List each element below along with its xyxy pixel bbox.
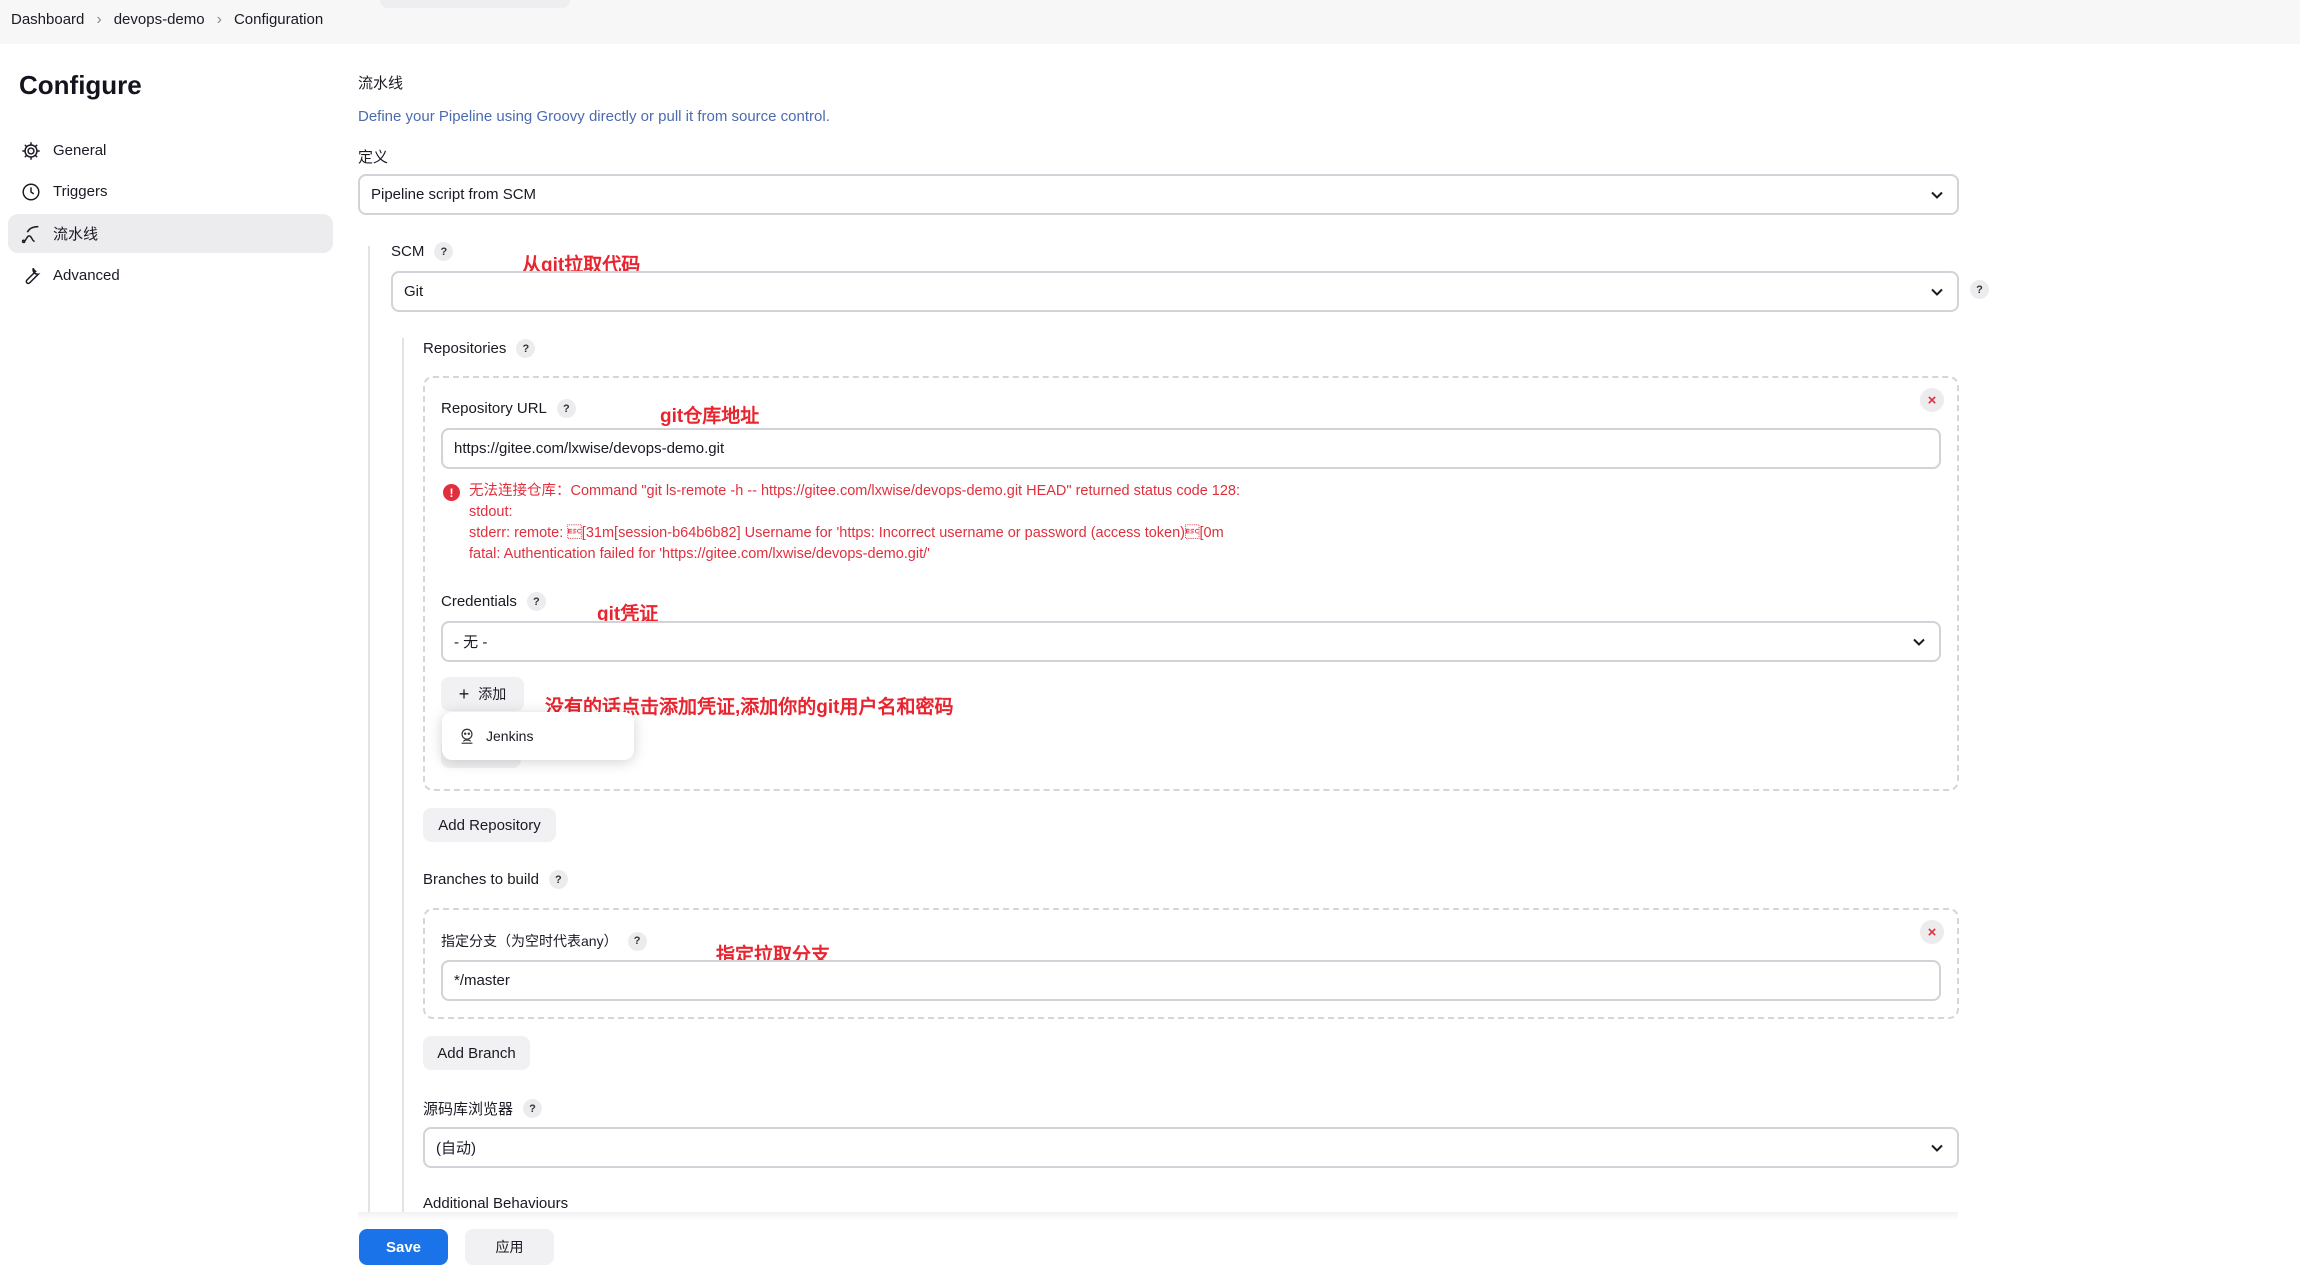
repositories-label-text: Repositories xyxy=(423,340,507,357)
sidebar-item-label: Triggers xyxy=(53,183,108,200)
help-icon[interactable]: ? xyxy=(526,592,546,611)
chevron-right-icon: › xyxy=(96,10,102,28)
wrench-icon xyxy=(25,267,41,284)
chevron-down-icon xyxy=(1931,1144,1943,1152)
add-repository-button[interactable]: Add Repository xyxy=(423,808,556,842)
repository-url-value: https://gitee.com/lxwise/devops-demo.git xyxy=(454,440,725,457)
branch-spec-value: */master xyxy=(454,972,510,989)
chevron-down-icon xyxy=(1931,288,1943,296)
browser-label-text: 源码库浏览器 xyxy=(423,1101,514,1118)
help-icon[interactable]: ? xyxy=(516,339,536,358)
breadcrumb-dashboard[interactable]: Dashboard xyxy=(11,11,84,28)
sidebar-item-label: General xyxy=(53,142,107,159)
add-branch-button[interactable]: Add Branch xyxy=(423,1036,530,1070)
branch-spec-label: 指定分支（为空时代表any） ? xyxy=(441,931,647,951)
credentials-label-text: Credentials xyxy=(441,593,517,610)
pipeline-icon xyxy=(21,225,39,243)
gear-icon xyxy=(22,141,40,160)
repositories-label: Repositories ? xyxy=(423,339,536,358)
repository-url-input[interactable]: https://gitee.com/lxwise/devops-demo.git xyxy=(441,428,1941,469)
credentials-select-value: - 无 - xyxy=(454,634,488,651)
scm-label: SCM ? xyxy=(391,242,454,261)
add-credentials-label: 添加 xyxy=(478,686,507,702)
sidebar-item-label: Advanced xyxy=(53,267,120,284)
repository-error: 无法连接仓库：Command "git ls-remote -h -- http… xyxy=(442,481,1240,565)
branches-label-text: Branches to build xyxy=(423,871,539,888)
scm-label-text: SCM xyxy=(391,243,425,260)
help-icon[interactable]: ? xyxy=(1970,280,1989,299)
top-bar-shadow xyxy=(380,0,570,8)
bottom-bar-fade xyxy=(358,1212,1958,1220)
add-credentials-button[interactable]: + 添加 xyxy=(441,677,524,711)
credentials-select[interactable]: - 无 - xyxy=(441,621,1941,662)
breadcrumb-job[interactable]: devops-demo xyxy=(114,11,205,28)
sidebar-title: Configure xyxy=(19,70,142,100)
error-line: stderr: remote: [31m[session-b64b6b82] … xyxy=(469,525,1224,541)
section-description: Define your Pipeline using Groovy direct… xyxy=(358,108,830,125)
sidebar-item-general[interactable]: General xyxy=(8,131,333,170)
error-line: stdout: xyxy=(469,504,513,520)
apply-button[interactable]: 应用 xyxy=(465,1229,554,1265)
credentials-label: Credentials ? xyxy=(441,592,546,611)
sidebar-item-advanced[interactable]: Advanced xyxy=(8,256,333,295)
scm-select-value: Git xyxy=(404,283,424,300)
scm-guide-line xyxy=(402,338,404,1212)
branches-label: Branches to build ? xyxy=(423,870,568,889)
error-line: fatal: Authentication failed for 'https:… xyxy=(469,546,930,562)
error-line: 无法连接仓库：Command "git ls-remote -h -- http… xyxy=(469,483,1241,499)
add-credentials-dropdown: Jenkins xyxy=(442,712,634,760)
jenkins-icon xyxy=(461,728,473,744)
chevron-down-icon xyxy=(1913,638,1925,646)
browser-label: 源码库浏览器 ? xyxy=(423,1098,543,1119)
definition-select[interactable]: Pipeline script from SCM xyxy=(358,174,1959,215)
browser-select[interactable]: (自动) xyxy=(423,1127,1959,1168)
sidebar-item-pipeline[interactable]: 流水线 xyxy=(8,214,333,253)
help-icon[interactable]: ? xyxy=(556,399,576,418)
breadcrumb-configuration[interactable]: Configuration xyxy=(234,11,323,28)
repository-url-label: Repository URL ? xyxy=(441,399,576,418)
chevron-down-icon xyxy=(1931,191,1943,199)
close-icon[interactable]: × xyxy=(1920,920,1944,944)
dropdown-item-jenkins[interactable]: Jenkins xyxy=(486,728,533,744)
branch-spec-label-text: 指定分支（为空时代表any） xyxy=(441,933,618,949)
additional-behaviours-label: Additional Behaviours xyxy=(423,1195,569,1212)
plus-icon: + xyxy=(458,684,470,704)
sidebar-item-triggers[interactable]: Triggers xyxy=(8,172,333,211)
section-guide-line xyxy=(368,246,370,1212)
branch-spec-input[interactable]: */master xyxy=(441,960,1941,1001)
breadcrumb: Dashboard › devops-demo › Configuration xyxy=(11,11,323,28)
top-bar: Dashboard › devops-demo › Configuration xyxy=(0,0,2300,44)
bottom-action-bar: Save 应用 xyxy=(0,1212,2300,1271)
definition-select-value: Pipeline script from SCM xyxy=(371,186,537,203)
help-icon[interactable]: ? xyxy=(627,931,647,951)
chevron-right-icon: › xyxy=(216,10,222,28)
help-icon[interactable]: ? xyxy=(548,870,568,889)
close-icon[interactable]: × xyxy=(1920,388,1944,412)
help-icon[interactable]: ? xyxy=(523,1099,543,1118)
save-button[interactable]: Save xyxy=(359,1229,448,1265)
help-icon[interactable]: ? xyxy=(434,242,454,261)
scm-select[interactable]: Git xyxy=(391,271,1959,312)
clock-icon xyxy=(22,182,40,201)
annotation-repo-url: git仓库地址 xyxy=(660,406,760,427)
definition-label: 定义 xyxy=(358,149,389,166)
browser-select-value: (自动) xyxy=(436,1140,476,1157)
repository-url-label-text: Repository URL xyxy=(441,400,547,417)
section-title: 流水线 xyxy=(358,75,404,92)
sidebar-item-label: 流水线 xyxy=(53,226,99,243)
